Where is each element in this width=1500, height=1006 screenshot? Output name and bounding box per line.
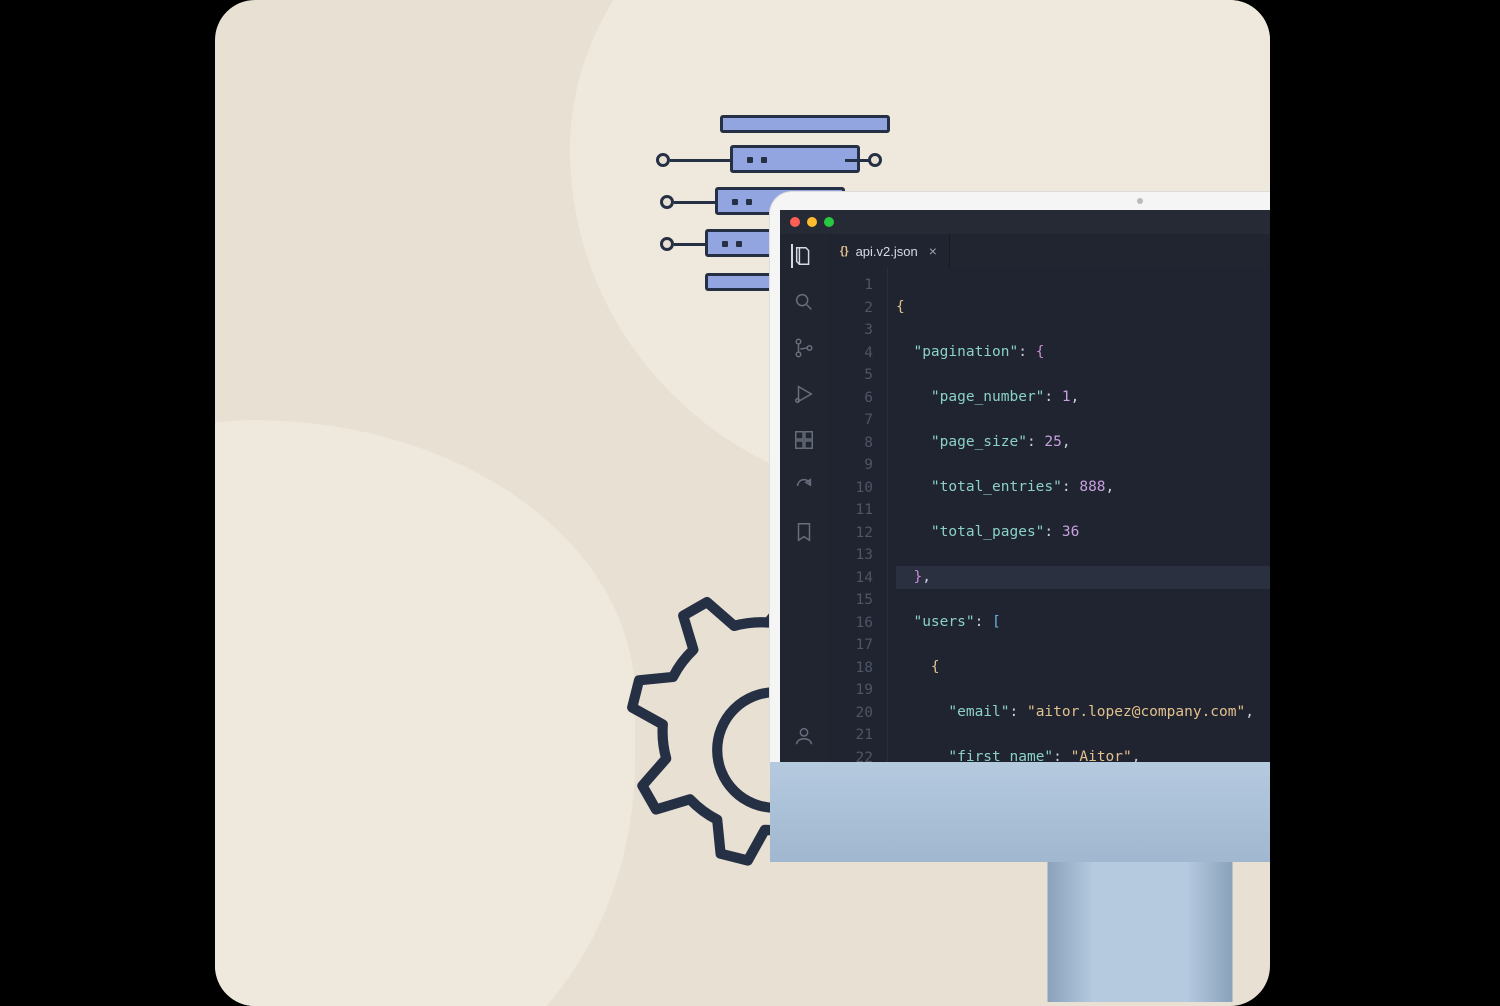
account-icon[interactable] — [792, 724, 816, 748]
explorer-icon[interactable] — [791, 244, 815, 268]
imac-monitor: api.v2.json — [770, 192, 1270, 992]
search-icon[interactable] — [792, 290, 816, 314]
window-zoom-button[interactable] — [824, 217, 834, 227]
source-control-icon[interactable] — [792, 336, 816, 360]
tab-api-v2-json[interactable]: {} api.v2.json × — [828, 234, 950, 268]
tab-filename: api.v2.json — [856, 244, 918, 259]
bg-blob-2 — [215, 420, 635, 1006]
activity-bar — [780, 234, 828, 762]
screen: api.v2.json — [780, 210, 1270, 762]
editor-tabs: {} api.v2.json × — [828, 234, 1270, 268]
tab-close-icon[interactable]: × — [929, 243, 937, 259]
live-share-icon[interactable] — [792, 474, 816, 498]
line-number-gutter: 123456789101112131415161718192021222324 — [828, 268, 888, 762]
imac-chin — [770, 762, 1270, 862]
window-minimize-button[interactable] — [807, 217, 817, 227]
json-file-icon: {} — [840, 245, 849, 257]
camera-dot — [1137, 198, 1143, 204]
window-titlebar: api.v2.json — [780, 210, 1270, 234]
imac-stand — [1048, 862, 1233, 1002]
bookmark-icon[interactable] — [792, 520, 816, 544]
editor-area: {} api.v2.json × 12345678910111213141516… — [828, 234, 1270, 762]
run-debug-icon[interactable] — [792, 382, 816, 406]
window-close-button[interactable] — [790, 217, 800, 227]
extensions-icon[interactable] — [792, 428, 816, 452]
code-editor[interactable]: 123456789101112131415161718192021222324 … — [828, 268, 1270, 762]
code-content[interactable]: { "pagination": { "page_number": 1, "pag… — [888, 268, 1270, 762]
illustration-card: api.v2.json — [215, 0, 1270, 1006]
